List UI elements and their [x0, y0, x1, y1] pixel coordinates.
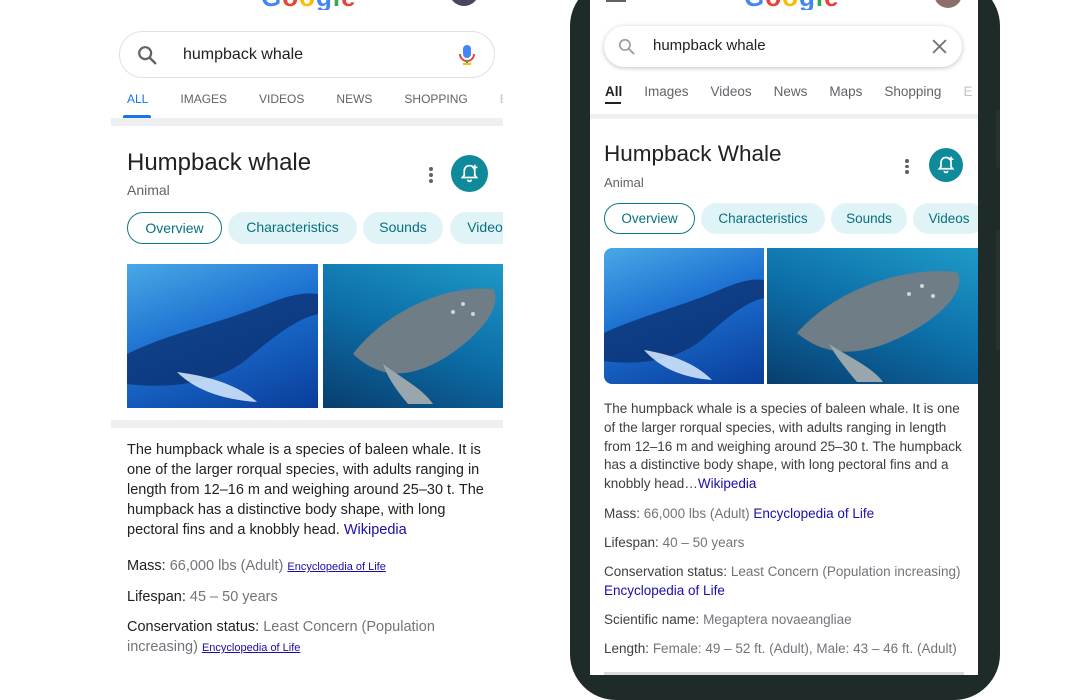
search-icon[interactable]	[136, 44, 158, 66]
whale-image-2-art	[797, 271, 960, 382]
fact-lifespan: Lifespan: 45 – 50 years	[127, 587, 278, 607]
tab-news[interactable]: NEWS	[336, 92, 372, 106]
fact-value: Megaptera novaeangliae	[703, 612, 852, 627]
clear-icon[interactable]	[931, 38, 948, 55]
bell-add-icon	[937, 156, 955, 174]
whale-image-1-art	[127, 293, 318, 402]
chip-videos[interactable]: Videos	[913, 203, 978, 234]
wikipedia-link[interactable]: Wikipedia	[698, 476, 757, 491]
whale-image-1[interactable]	[127, 264, 318, 408]
wikipedia-link[interactable]: Wikipedia	[344, 522, 407, 538]
tab-videos[interactable]: VIDEOS	[259, 92, 304, 106]
fact-mass: Mass: 66,000 lbs (Adult) Encyclopedia of…	[127, 556, 386, 577]
search-box[interactable]: humpback whale	[119, 31, 495, 78]
chip-sounds[interactable]: Sounds	[831, 203, 907, 234]
chip-video[interactable]: Video	[450, 212, 503, 244]
tab-news[interactable]: News	[774, 84, 808, 99]
fact-conservation: Conservation status: Least Concern (Popu…	[604, 562, 960, 581]
left-screen: Google humpback whale ALL IMAGES VIDEOS …	[111, 0, 503, 675]
search-box[interactable]: humpback whale	[604, 26, 962, 67]
chip-overview[interactable]: Overview	[604, 203, 695, 234]
search-icon[interactable]	[617, 37, 636, 56]
bell-add-icon	[460, 164, 479, 183]
chip-overview[interactable]: Overview	[127, 212, 222, 244]
active-tab-indicator	[605, 102, 621, 104]
whale-image-2[interactable]	[767, 248, 978, 384]
fact-label: Conservation status:	[604, 564, 728, 579]
avatar[interactable]	[449, 0, 479, 6]
fact-conservation-source: Encyclopedia of Life	[604, 581, 725, 600]
tab-all[interactable]: ALL	[127, 92, 148, 106]
description-text: The humpback whale is a species of balee…	[127, 442, 484, 538]
fact-label: Mass:	[127, 558, 166, 574]
entity-subtitle: Animal	[604, 175, 644, 190]
fact-conservation-cont: increasing) Encyclopedia of Life	[127, 637, 300, 658]
tab-all[interactable]: All	[605, 84, 622, 99]
phone-side-button	[996, 110, 1000, 168]
phone-side-button	[996, 230, 1000, 350]
tab-books[interactable]: E	[963, 84, 972, 99]
fact-mass: Mass: 66,000 lbs (Adult) Encyclopedia of…	[604, 504, 874, 523]
whale-image-2-art	[353, 288, 496, 404]
search-tabs: ALL IMAGES VIDEOS NEWS SHOPPING BO	[127, 92, 503, 106]
fact-length: Length: Female: 49 – 52 ft. (Adult), Mal…	[604, 639, 957, 658]
fact-lifespan: Lifespan: 40 – 50 years	[604, 533, 744, 552]
follow-button[interactable]	[929, 148, 963, 182]
fact-label: Lifespan:	[127, 589, 186, 605]
entity-description: The humpback whale is a species of balee…	[127, 440, 489, 540]
chip-sounds[interactable]: Sounds	[363, 212, 443, 244]
avatar[interactable]	[934, 0, 962, 8]
tab-images[interactable]: IMAGES	[180, 92, 227, 106]
fact-scientific-name: Scientific name: Megaptera novaeangliae	[604, 610, 852, 629]
search-tabs: All Images Videos News Maps Shopping E	[605, 84, 972, 99]
fact-conservation: Conservation status: Least Concern (Popu…	[127, 617, 435, 637]
fact-label: Lifespan:	[604, 535, 659, 550]
tab-shopping[interactable]: SHOPPING	[404, 92, 467, 106]
divider	[111, 420, 503, 428]
tab-videos[interactable]: Videos	[711, 84, 752, 99]
fact-label: Mass:	[604, 506, 641, 521]
fact-value: 66,000 lbs (Adult)	[643, 506, 750, 521]
fact-value: Least Concern (Population	[263, 619, 435, 635]
entity-subtitle: Animal	[127, 182, 170, 198]
whale-image-1[interactable]	[604, 248, 764, 384]
more-options-icon[interactable]	[429, 167, 433, 185]
menu-icon[interactable]	[606, 0, 626, 2]
entity-title: Humpback whale	[127, 149, 312, 176]
fact-value: 66,000 lbs (Adult)	[169, 558, 284, 574]
fact-value: Female: 49 – 52 ft. (Adult), Male: 43 – …	[652, 641, 957, 656]
right-screen: Google humpback whale All Images Videos …	[590, 0, 978, 675]
tab-shopping[interactable]: Shopping	[884, 84, 941, 99]
more-options-icon[interactable]	[905, 159, 909, 176]
fact-value: Least Concern (Population increasing)	[730, 564, 961, 579]
fact-value: increasing)	[127, 639, 198, 655]
divider	[590, 114, 978, 119]
eol-link[interactable]: Encyclopedia of Life	[202, 642, 300, 654]
fact-label: Scientific name:	[604, 612, 700, 627]
fact-value: 45 – 50 years	[189, 589, 278, 605]
description-text: The humpback whale is a species of balee…	[604, 401, 962, 492]
eol-link[interactable]: Encyclopedia of Life	[604, 583, 725, 598]
entity-title: Humpback Whale	[604, 141, 782, 166]
tab-books[interactable]: BO	[500, 92, 503, 106]
eol-link[interactable]: Encyclopedia of Life	[287, 561, 385, 573]
tab-images[interactable]: Images	[644, 84, 688, 99]
search-input[interactable]: humpback whale	[653, 37, 766, 54]
divider	[111, 118, 503, 126]
whale-image-2[interactable]	[323, 264, 503, 408]
eol-link[interactable]: Encyclopedia of Life	[753, 506, 874, 521]
microphone-icon[interactable]	[456, 43, 478, 67]
fact-label: Length:	[604, 641, 650, 656]
search-input[interactable]: humpback whale	[183, 46, 303, 64]
follow-button[interactable]	[451, 155, 488, 192]
chip-characteristics[interactable]: Characteristics	[228, 212, 357, 244]
whale-image-1-art	[604, 279, 764, 380]
fact-label: Conservation status:	[127, 619, 260, 635]
entity-description: The humpback whale is a species of balee…	[604, 400, 964, 494]
google-logo[interactable]: Google	[261, 0, 357, 10]
tab-maps[interactable]: Maps	[829, 84, 862, 99]
fact-value: 40 – 50 years	[662, 535, 745, 550]
chip-characteristics[interactable]: Characteristics	[701, 203, 825, 234]
google-logo[interactable]: Google	[744, 0, 840, 10]
